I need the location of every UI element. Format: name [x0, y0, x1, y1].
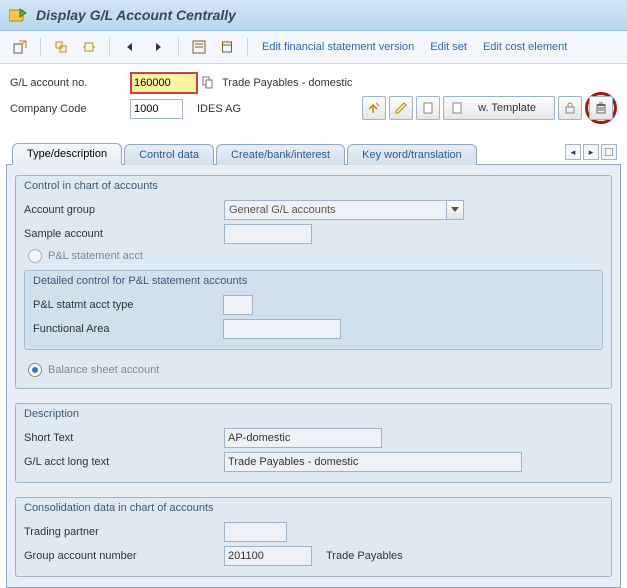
group-consolidation-title: Consolidation data in chart of accounts — [16, 498, 611, 520]
tab-content: Control in chart of accounts Account gro… — [6, 165, 621, 588]
group-account-desc: Trade Payables — [326, 550, 403, 562]
group-control-chart: Control in chart of accounts Account gro… — [15, 175, 612, 389]
long-text-label: G/L acct long text — [24, 456, 224, 468]
functional-area-input[interactable] — [223, 319, 341, 339]
tab-list-button[interactable] — [601, 144, 617, 160]
group-detailed-pl: Detailed control for P&L statement accou… — [24, 270, 603, 350]
pl-type-input[interactable] — [223, 295, 253, 315]
pl-statement-radio-label: P&L statement acct — [48, 250, 143, 262]
account-group-value: General G/L accounts — [224, 200, 464, 220]
long-text-input[interactable] — [224, 452, 522, 472]
search-help-icon[interactable] — [200, 74, 216, 92]
lock-button[interactable] — [558, 96, 582, 120]
titlebar: Display G/L Account Centrally — [0, 0, 627, 31]
tab-control-data[interactable]: Control data — [124, 144, 214, 165]
balance-sheet-radio-row[interactable]: Balance sheet account — [24, 360, 603, 380]
separator — [178, 38, 179, 56]
sample-account-label: Sample account — [24, 228, 224, 240]
group-description-title: Description — [16, 404, 611, 426]
group-consolidation: Consolidation data in chart of accounts … — [15, 497, 612, 577]
account-group-label: Account group — [24, 204, 224, 216]
toggle-display-change-button[interactable] — [8, 36, 32, 58]
tabstrip: Type/description Control data Create/ban… — [6, 142, 621, 588]
tab-keyword-translation[interactable]: Key word/translation — [347, 144, 477, 165]
pl-statement-radio[interactable] — [28, 249, 42, 263]
header-action-bar: w. Template — [362, 92, 617, 124]
tab-nav-buttons: ◂ ▸ — [565, 144, 617, 160]
balance-sheet-radio-label: Balance sheet account — [48, 364, 159, 376]
trading-partner-label: Trading partner — [24, 526, 224, 538]
company-code-input[interactable] — [130, 99, 183, 119]
tab-create-bank-interest[interactable]: Create/bank/interest — [216, 144, 345, 165]
delete-highlight-circle — [585, 92, 617, 124]
short-text-label: Short Text — [24, 432, 224, 444]
separator — [109, 38, 110, 56]
tab-scroll-left-button[interactable]: ◂ — [565, 144, 581, 160]
gl-account-input[interactable] — [130, 72, 198, 94]
functional-area-label: Functional Area — [33, 323, 223, 335]
display-change-icon-button[interactable] — [362, 96, 386, 120]
edit-pencil-button[interactable] — [389, 96, 413, 120]
dropdown-arrow-icon[interactable] — [446, 201, 463, 219]
delete-button[interactable] — [589, 96, 613, 120]
account-group-dropdown[interactable]: General G/L accounts — [224, 200, 464, 220]
trading-partner-input[interactable] — [224, 522, 287, 542]
app-icon — [8, 6, 28, 24]
group-description: Description Short Text G/L acct long tex… — [15, 403, 612, 483]
separator — [247, 38, 248, 56]
balance-sheet-radio[interactable] — [28, 363, 42, 377]
pl-statement-radio-row[interactable]: P&L statement acct — [24, 246, 603, 266]
sample-account-input[interactable] — [224, 224, 312, 244]
tab-type-description[interactable]: Type/description — [12, 143, 122, 165]
with-template-button[interactable]: w. Template — [443, 96, 555, 120]
page-title: Display G/L Account Centrally — [36, 7, 236, 23]
separator — [40, 38, 41, 56]
prev-button[interactable] — [118, 36, 142, 58]
other-account-button[interactable] — [49, 36, 73, 58]
gl-account-label: G/L account no. — [10, 77, 130, 89]
group-detailed-pl-title: Detailed control for P&L statement accou… — [25, 271, 602, 293]
group-control-title: Control in chart of accounts — [16, 176, 611, 198]
header-area: G/L account no. Trade Payables - domesti… — [0, 64, 627, 134]
company-code-label: Company Code — [10, 103, 130, 115]
edit-cost-element-link[interactable]: Edit cost element — [483, 41, 567, 53]
app-toolbar: Edit financial statement version Edit se… — [0, 31, 627, 64]
with-template-label: w. Template — [478, 102, 536, 114]
change-documents-button[interactable] — [187, 36, 211, 58]
group-account-label: Group account number — [24, 550, 224, 562]
group-account-input[interactable] — [224, 546, 312, 566]
create-button[interactable] — [416, 96, 440, 120]
layout-button[interactable] — [215, 36, 239, 58]
edit-fsv-link[interactable]: Edit financial statement version — [262, 41, 414, 53]
gl-account-desc: Trade Payables - domestic — [222, 77, 352, 89]
next-button[interactable] — [146, 36, 170, 58]
edit-set-link[interactable]: Edit set — [430, 41, 467, 53]
tab-scroll-right-button[interactable]: ▸ — [583, 144, 599, 160]
where-used-button[interactable] — [77, 36, 101, 58]
pl-type-label: P&L statmt acct type — [33, 299, 223, 311]
company-code-desc: IDES AG — [197, 103, 241, 115]
short-text-input[interactable] — [224, 428, 382, 448]
